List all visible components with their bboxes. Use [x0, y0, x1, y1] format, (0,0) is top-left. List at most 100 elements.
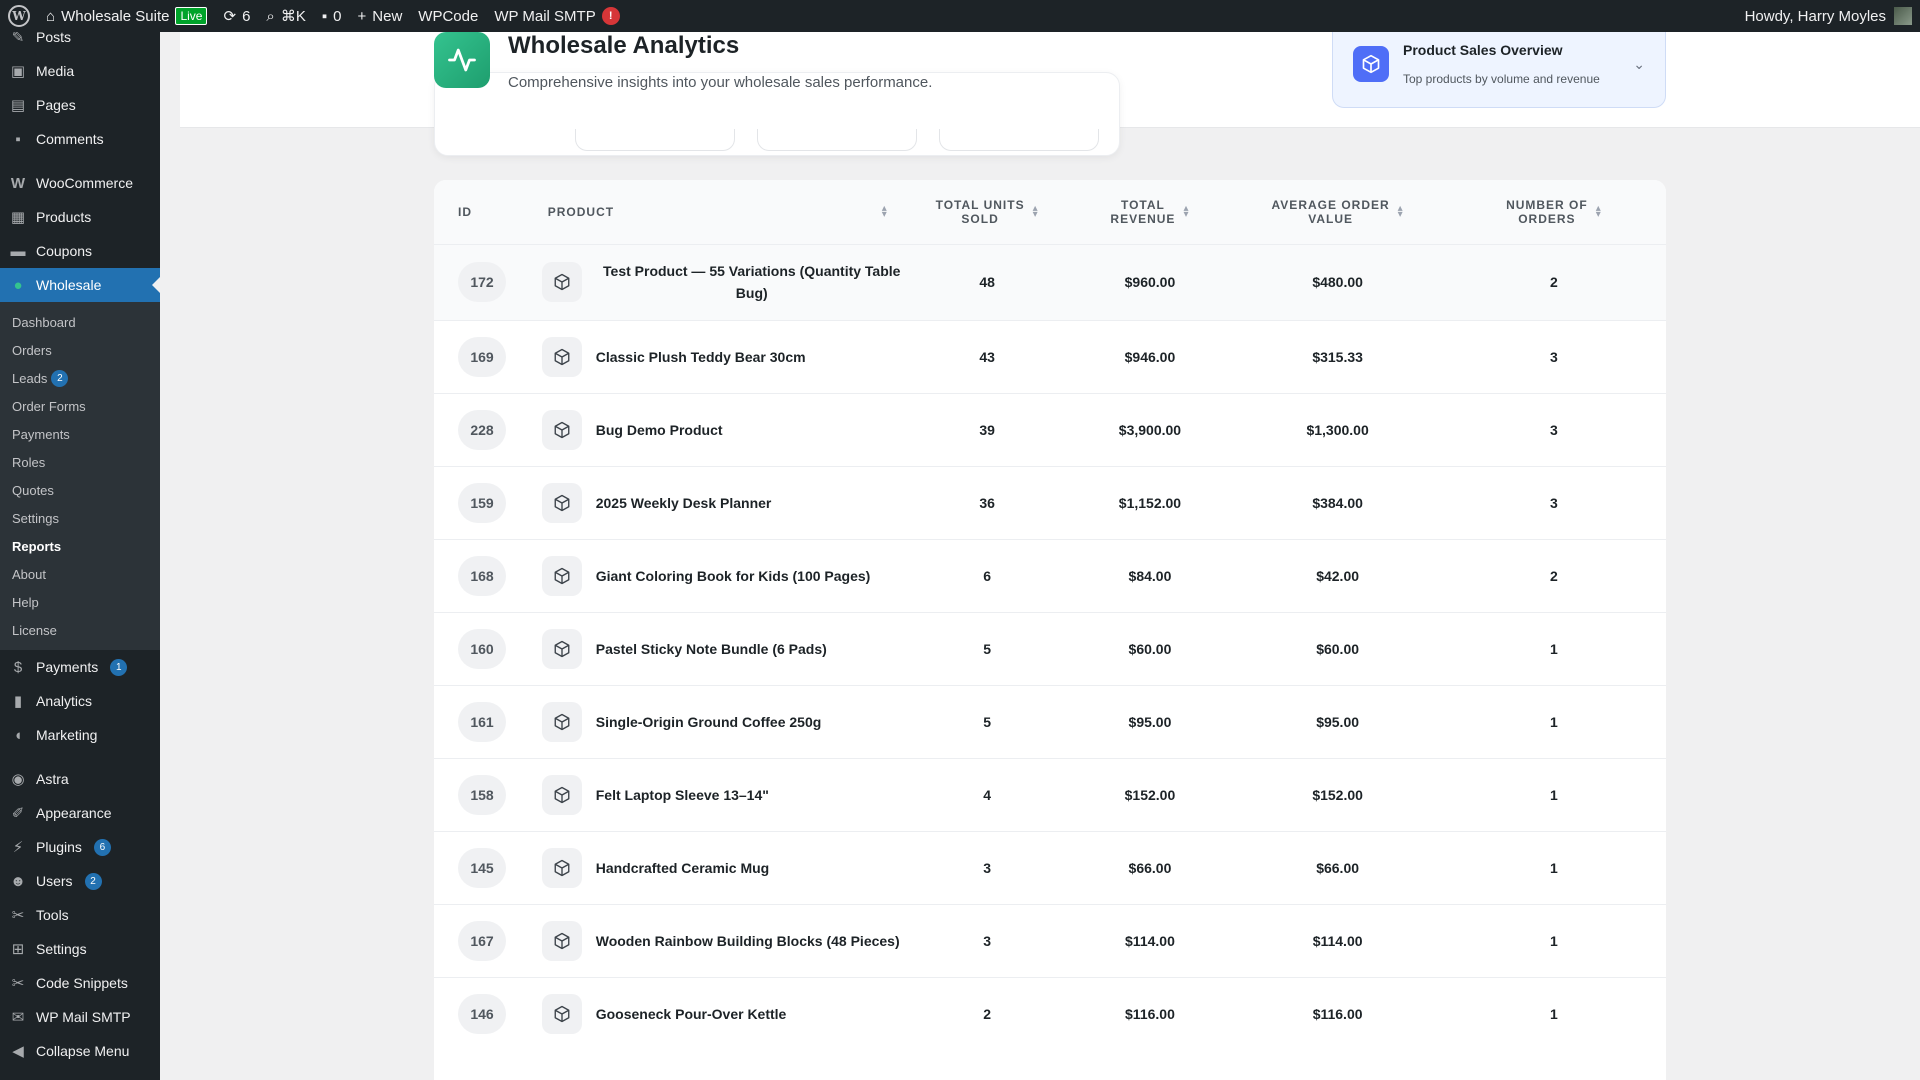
- page-header: Wholesale Analytics Comprehensive insigh…: [434, 32, 932, 91]
- revenue-cell: $3,900.00: [1118, 421, 1182, 438]
- filter-pill[interactable]: [757, 129, 917, 151]
- table-row[interactable]: 167 Wooden Rainbow Building Blocks (48 P…: [434, 904, 1666, 977]
- menu-code-snippets[interactable]: ✂ Code Snippets: [0, 966, 160, 1000]
- submenu-orders[interactable]: Orders: [0, 336, 160, 364]
- table-row[interactable]: 168 Giant Coloring Book for Kids (100 Pa…: [434, 539, 1666, 612]
- column-total-units-sold[interactable]: Total Units Sold ▴ ▾: [908, 180, 1067, 244]
- site-name-menu[interactable]: ⌂ Wholesale Suite Live: [38, 0, 215, 32]
- submenu-payments[interactable]: Payments: [0, 420, 160, 448]
- product-id-badge: 145: [458, 847, 506, 888]
- product-name[interactable]: Giant Coloring Book for Kids (100 Pages): [596, 565, 871, 587]
- wholesale-icon: ●: [13, 276, 23, 294]
- menu-astra[interactable]: ◉ Astra: [0, 762, 160, 796]
- comments-menu[interactable]: ▪ 0: [314, 0, 350, 32]
- product-name[interactable]: Bug Demo Product: [596, 419, 723, 441]
- table-row[interactable]: 161 Single-Origin Ground Coffee 250g 5 $…: [434, 685, 1666, 758]
- product-id-badge: 161: [458, 701, 506, 742]
- menu-marketing[interactable]: ◖ Marketing: [0, 718, 160, 752]
- table-row[interactable]: 146 Gooseneck Pour-Over Kettle 2 $116.00…: [434, 977, 1666, 1050]
- product-name[interactable]: Test Product — 55 Variations (Quantity T…: [596, 260, 908, 304]
- wp-logo-menu[interactable]: W: [0, 0, 38, 32]
- product-id-badge: 228: [458, 409, 506, 450]
- id-cell: 159: [434, 466, 528, 539]
- menu-settings[interactable]: ⊞ Settings: [0, 932, 160, 966]
- table-row[interactable]: 169 Classic Plush Teddy Bear 30cm 43 $94…: [434, 320, 1666, 393]
- filter-pill[interactable]: [939, 129, 1099, 151]
- menu-label: Wholesale: [36, 277, 102, 293]
- submenu-reports[interactable]: Reports: [0, 532, 160, 560]
- table-row[interactable]: 145 Handcrafted Ceramic Mug 3 $66.00 $66…: [434, 831, 1666, 904]
- menu-comments[interactable]: ▪ Comments: [0, 122, 160, 156]
- avg-order-value-cell: $480.00: [1312, 274, 1363, 290]
- command-search[interactable]: ⌕ ⌘K: [258, 0, 313, 32]
- product-name[interactable]: Pastel Sticky Note Bundle (6 Pads): [596, 638, 827, 660]
- id-cell: 167: [434, 904, 528, 977]
- menu-tools[interactable]: ✂ Tools: [0, 898, 160, 932]
- product-name[interactable]: Classic Plush Teddy Bear 30cm: [596, 346, 806, 368]
- table-row[interactable]: 160 Pastel Sticky Note Bundle (6 Pads) 5…: [434, 612, 1666, 685]
- id-cell: 161: [434, 685, 528, 758]
- submenu-dashboard[interactable]: Dashboard: [0, 308, 160, 336]
- account-menu[interactable]: Howdy, Harry Moyles: [1745, 7, 1920, 25]
- menu-plugins[interactable]: ⚡ Plugins 6: [0, 830, 160, 864]
- orders-count-cell: 3: [1550, 421, 1558, 438]
- submenu-leads[interactable]: Leads 2: [0, 364, 160, 392]
- submenu-label: Leads: [12, 370, 48, 386]
- product-id-badge: 172: [458, 262, 506, 302]
- product-name[interactable]: 2025 Weekly Desk Planner: [596, 492, 772, 514]
- column-average-order-value[interactable]: Average Order Value ▴ ▾: [1233, 180, 1441, 244]
- search-icon: ⌕: [266, 7, 275, 25]
- filter-pill[interactable]: [575, 129, 735, 151]
- main-content: Wholesale Analytics Comprehensive insigh…: [160, 32, 1920, 1080]
- submenu-license[interactable]: License: [0, 616, 160, 644]
- column-product[interactable]: Product ▴ ▾: [528, 180, 908, 244]
- menu-appearance[interactable]: ✐ Appearance: [0, 796, 160, 830]
- smtp-menu[interactable]: WP Mail SMTP !: [486, 0, 627, 32]
- submenu-settings[interactable]: Settings: [0, 504, 160, 532]
- submenu-quotes[interactable]: Quotes: [0, 476, 160, 504]
- new-content-menu[interactable]: + New: [350, 0, 411, 32]
- plugins-icon: ⚡: [12, 839, 24, 856]
- product-name[interactable]: Handcrafted Ceramic Mug: [596, 857, 769, 879]
- coupons-icon: ▬: [10, 242, 26, 260]
- column-number-of-orders[interactable]: Number of Orders ▴ ▾: [1442, 180, 1666, 244]
- menu-analytics[interactable]: ▮ Analytics: [0, 684, 160, 718]
- id-cell: 158: [434, 758, 528, 831]
- submenu-order-forms[interactable]: Order Forms: [0, 392, 160, 420]
- column-total-revenue[interactable]: Total Revenue ▴ ▾: [1066, 180, 1233, 244]
- submenu-about[interactable]: About: [0, 560, 160, 588]
- menu-collapse[interactable]: ◀ Collapse Menu: [0, 1034, 160, 1068]
- updates-menu[interactable]: ⟳ 6: [215, 0, 258, 32]
- menu-users[interactable]: ☻ Users 2: [0, 864, 160, 898]
- menu-wholesale[interactable]: ● Wholesale: [0, 268, 160, 302]
- menu-payments[interactable]: $ Payments 1: [0, 650, 160, 684]
- tools-icon: ✂: [11, 907, 25, 924]
- menu-posts[interactable]: ✎ Posts: [0, 32, 160, 54]
- product-name[interactable]: Felt Laptop Sleeve 13–14": [596, 784, 769, 806]
- sort-icon: ▴ ▾: [1183, 202, 1190, 220]
- product-name[interactable]: Wooden Rainbow Building Blocks (48 Piece…: [596, 930, 900, 952]
- table-row[interactable]: 159 2025 Weekly Desk Planner 36 $1,152.0…: [434, 466, 1666, 539]
- menu-coupons[interactable]: ▬ Coupons: [0, 234, 160, 268]
- submenu-roles[interactable]: Roles: [0, 448, 160, 476]
- submenu-help[interactable]: Help: [0, 588, 160, 616]
- orders-count-cell: 2: [1550, 567, 1558, 584]
- table-row[interactable]: 158 Felt Laptop Sleeve 13–14" 4 $152.00 …: [434, 758, 1666, 831]
- table-row[interactable]: 228 Bug Demo Product 39 $3,900.00 $1,300…: [434, 393, 1666, 466]
- menu-media[interactable]: ▣ Media: [0, 54, 160, 88]
- menu-pages[interactable]: ▤ Pages: [0, 88, 160, 122]
- menu-woocommerce[interactable]: W WooCommerce: [0, 166, 160, 200]
- column-id[interactable]: ID: [434, 180, 528, 244]
- product-sales-overview-toggle[interactable]: Product Sales Overview Top products by v…: [1332, 32, 1666, 108]
- appearance-icon: ✐: [11, 805, 25, 822]
- product-cell: Bug Demo Product: [528, 393, 908, 466]
- menu-wp-mail-smtp[interactable]: ✉ WP Mail SMTP: [0, 1000, 160, 1034]
- product-name[interactable]: Single-Origin Ground Coffee 250g: [596, 711, 822, 733]
- box-icon: [541, 920, 582, 961]
- wpcode-menu[interactable]: WPCode: [410, 0, 486, 32]
- users-count-badge: 2: [84, 872, 102, 890]
- menu-products[interactable]: ▦ Products: [0, 200, 160, 234]
- code-snippets-icon: ✂: [11, 975, 25, 992]
- product-name[interactable]: Gooseneck Pour-Over Kettle: [596, 1003, 787, 1025]
- table-row[interactable]: 172 Test Product — 55 Variations (Quanti…: [434, 244, 1666, 320]
